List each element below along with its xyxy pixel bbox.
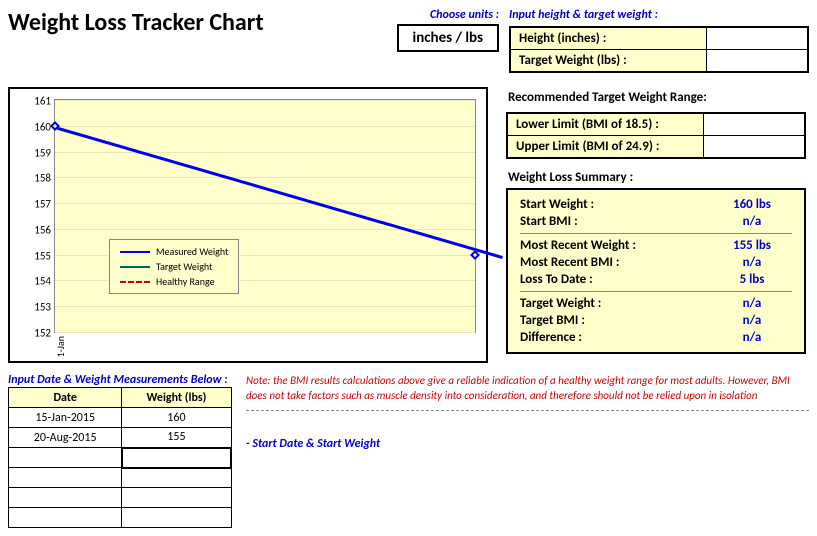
weight-cell[interactable]: 160 (122, 408, 231, 428)
divider (246, 410, 809, 411)
loss-to-date-label: Loss To Date : (520, 272, 712, 287)
start-hint: - Start Date & Start Weight (246, 437, 809, 451)
table-row (9, 488, 232, 508)
weight-chart: 161 160 159 158 157 156 155 154 153 152 … (8, 87, 488, 363)
date-cell[interactable] (9, 448, 122, 468)
y-tick: 157 (25, 198, 51, 211)
target-range-header: Recommended Target Weight Range: (506, 87, 806, 108)
weight-cell[interactable] (122, 468, 231, 488)
date-cell[interactable]: 15-Jan-2015 (9, 408, 122, 428)
table-row: 20-Aug-2015155 (9, 428, 232, 448)
recent-weight-value: 155 lbs (712, 238, 792, 253)
summary-header: Weight Loss Summary : (506, 167, 806, 188)
weight-cell[interactable] (122, 448, 231, 468)
start-bmi-label: Start BMI : (520, 214, 712, 229)
input-panel: Height (inches) : Target Weight (lbs) : (509, 26, 809, 73)
y-tick: 158 (25, 172, 51, 185)
legend-item: Healthy Range (156, 275, 215, 288)
upper-limit-value (704, 136, 804, 157)
date-cell[interactable] (9, 468, 122, 488)
table-row (9, 468, 232, 488)
recent-weight-label: Most Recent Weight : (520, 238, 712, 253)
lower-limit-value (704, 114, 804, 135)
input-ht-header: Input height & target weight : (509, 8, 809, 22)
target-weight-input[interactable] (707, 50, 807, 71)
bmi-footnote: Note: the BMI results calculations above… (246, 373, 809, 404)
x-tick: 1-Jan (54, 336, 67, 357)
legend-item: Target Weight (156, 260, 212, 273)
recent-bmi-value: n/a (712, 255, 792, 270)
chart-legend: Measured Weight Target Weight Healthy Ra… (109, 239, 239, 294)
difference-value: n/a (712, 330, 792, 345)
height-label: Height (inches) : (511, 28, 707, 49)
target-weight-sum-value: n/a (712, 296, 792, 311)
target-range-panel: Lower Limit (BMI of 18.5) : Upper Limit … (506, 112, 806, 159)
start-weight-label: Start Weight : (520, 197, 712, 212)
y-tick: 156 (25, 223, 51, 236)
legend-item: Measured Weight (156, 245, 228, 258)
weight-cell[interactable] (122, 488, 231, 508)
weight-cell[interactable]: 155 (122, 428, 231, 448)
difference-label: Difference : (520, 330, 712, 345)
loss-to-date-value: 5 lbs (712, 272, 792, 287)
y-tick: 160 (25, 120, 51, 133)
lower-limit-label: Lower Limit (BMI of 18.5) : (508, 114, 704, 135)
units-label: Choose units : (397, 8, 499, 22)
summary-panel: Start Weight :160 lbs Start BMI :n/a Mos… (506, 188, 806, 354)
target-bmi-value: n/a (712, 313, 792, 328)
height-input[interactable] (707, 28, 807, 49)
y-tick: 152 (25, 327, 51, 340)
recent-bmi-label: Most Recent BMI : (520, 255, 712, 270)
measurements-header: Input Date & Weight Measurements Below : (8, 373, 232, 387)
date-cell[interactable]: 20-Aug-2015 (9, 428, 122, 448)
start-weight-value: 160 lbs (712, 197, 792, 212)
date-cell[interactable] (9, 488, 122, 508)
start-bmi-value: n/a (712, 214, 792, 229)
col-date-header: Date (9, 388, 122, 408)
measurements-table: Date Weight (lbs) 15-Jan-2015160 20-Aug-… (8, 387, 232, 528)
plot-area: 161 160 159 158 157 156 155 154 153 152 … (54, 99, 476, 333)
y-tick: 154 (25, 275, 51, 288)
table-row: 15-Jan-2015160 (9, 408, 232, 428)
y-tick: 161 (25, 95, 51, 108)
table-row (9, 448, 232, 468)
target-weight-label: Target Weight (lbs) : (511, 50, 707, 71)
units-selector[interactable]: inches / lbs (397, 24, 499, 52)
y-tick: 155 (25, 249, 51, 262)
upper-limit-label: Upper Limit (BMI of 24.9) : (508, 136, 704, 157)
y-tick: 153 (25, 301, 51, 314)
col-weight-header: Weight (lbs) (122, 388, 231, 408)
y-tick: 159 (25, 146, 51, 159)
target-weight-sum-label: Target Weight : (520, 296, 712, 311)
page-title: Weight Loss Tracker Chart (8, 8, 387, 37)
target-bmi-label: Target BMI : (520, 313, 712, 328)
